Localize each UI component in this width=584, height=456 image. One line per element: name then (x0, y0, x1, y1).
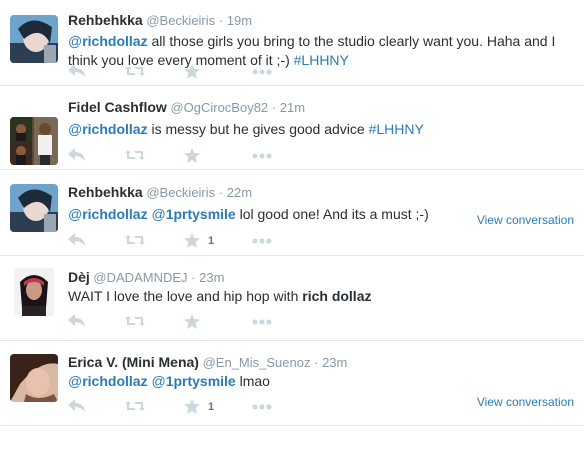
mention-username: richdollaz (82, 121, 148, 137)
more-icon[interactable] (252, 238, 272, 254)
hashtag-link[interactable]: #LHHNY (369, 121, 424, 137)
separator-dot: · (218, 185, 224, 200)
star-icon[interactable] (184, 399, 200, 415)
retweet-icon[interactable] (124, 399, 146, 415)
avatar[interactable] (14, 268, 54, 316)
star-icon[interactable] (184, 148, 200, 164)
tweet-timestamp[interactable]: 23m (199, 270, 224, 285)
tweet-item[interactable]: Rehbehkka @Beckieiris · 19m @richdollaz … (0, 0, 584, 86)
tweet-text-segment: is messy but he gives good advice (147, 121, 369, 137)
mention-at: @ (68, 206, 83, 222)
mention-link[interactable]: @richdollaz (68, 33, 148, 49)
mention-at: @ (68, 33, 83, 49)
mention-link[interactable]: @richdollaz (68, 121, 148, 137)
mention-username: richdollaz (82, 373, 148, 389)
tweet-timestamp[interactable]: 19m (227, 13, 252, 28)
tweet-text-segment: WAIT I love the love and hip hop with (68, 288, 303, 304)
tweet-item[interactable]: Rehbehkka @Beckieiris · 22m @richdollaz … (0, 170, 584, 256)
author-handle[interactable]: @En_Mis_Suenoz (203, 355, 311, 370)
avatar[interactable] (10, 15, 58, 63)
tweet-item[interactable]: Fidel Cashflow @OgCirocBoy82 · 21m @rich… (0, 86, 584, 170)
more-icon[interactable] (252, 153, 272, 169)
star-icon[interactable] (184, 64, 200, 80)
tweet-text: @richdollaz @1prtysmile lmao (68, 372, 570, 391)
favorite-count: 1 (208, 235, 215, 247)
mention-username: richdollaz (82, 206, 148, 222)
reply-icon[interactable] (68, 64, 86, 80)
view-conversation-link[interactable]: View conversation (477, 213, 574, 227)
tweet-item[interactable]: Dèj @DADAMNDEJ · 23m WAIT I love the lov… (0, 256, 584, 341)
tweet-text-highlight: rich dollaz (302, 288, 372, 304)
mention-link[interactable]: @1prtysmile (151, 373, 235, 389)
mention-at: @ (151, 206, 166, 222)
more-icon[interactable] (252, 319, 272, 335)
mention-link[interactable]: @1prtysmile (151, 206, 235, 222)
tweet-timestamp[interactable]: 22m (227, 185, 252, 200)
tweet-timestamp[interactable]: 23m (322, 355, 347, 370)
separator-dot: · (191, 270, 196, 285)
favorite-count: 1 (208, 401, 215, 413)
reply-icon[interactable] (68, 233, 86, 249)
star-icon[interactable] (184, 314, 200, 330)
retweet-icon[interactable] (124, 314, 146, 330)
mention-at: @ (68, 373, 83, 389)
separator-dot: · (271, 100, 277, 115)
tweet-text-segment: lmao (235, 373, 270, 389)
author-name[interactable]: Rehbehkka (68, 12, 143, 28)
separator-dot: · (314, 355, 319, 370)
hashtag-link[interactable]: #LHHNY (294, 52, 349, 68)
author-handle[interactable]: @DADAMNDEJ (93, 270, 187, 285)
author-name[interactable]: Rehbehkka (68, 184, 143, 200)
author-name[interactable]: Fidel Cashflow (68, 99, 167, 115)
mention-link[interactable]: @richdollaz (68, 206, 148, 222)
author-name[interactable]: Erica V. (Mini Mena) (68, 354, 199, 370)
retweet-icon[interactable] (124, 233, 146, 249)
reply-icon[interactable] (68, 148, 86, 164)
star-icon[interactable] (184, 233, 200, 249)
avatar[interactable] (10, 117, 58, 165)
tweet-text-segment: lol good one! And its a must ;-) (235, 206, 429, 222)
more-icon[interactable] (252, 404, 272, 420)
tweet-text: WAIT I love the love and hip hop with ri… (68, 287, 570, 306)
mention-at: @ (68, 121, 83, 137)
avatar[interactable] (10, 354, 58, 402)
mention-username: richdollaz (82, 33, 148, 49)
author-name[interactable]: Dèj (68, 269, 90, 285)
tweet-text: @richdollaz is messy but he gives good a… (68, 120, 570, 139)
retweet-icon[interactable] (124, 148, 146, 164)
author-handle[interactable]: @Beckieiris (146, 185, 215, 200)
retweet-icon[interactable] (124, 64, 146, 80)
reply-icon[interactable] (68, 314, 86, 330)
mention-at: @ (151, 373, 166, 389)
view-conversation-link[interactable]: View conversation (477, 395, 574, 409)
mention-username: 1prtysmile (165, 206, 236, 222)
mention-username: 1prtysmile (165, 373, 236, 389)
avatar[interactable] (10, 184, 58, 232)
author-handle[interactable]: @OgCirocBoy82 (170, 100, 268, 115)
reply-icon[interactable] (68, 399, 86, 415)
tweet-timestamp[interactable]: 21m (280, 100, 305, 115)
separator-dot: · (218, 13, 224, 28)
mention-link[interactable]: @richdollaz (68, 373, 148, 389)
tweet-item[interactable]: Erica V. (Mini Mena) @En_Mis_Suenoz · 23… (0, 341, 584, 426)
author-handle[interactable]: @Beckieiris (146, 13, 215, 28)
more-icon[interactable] (252, 69, 272, 85)
tweet-timeline: Rehbehkka @Beckieiris · 19m @richdollaz … (0, 0, 584, 426)
